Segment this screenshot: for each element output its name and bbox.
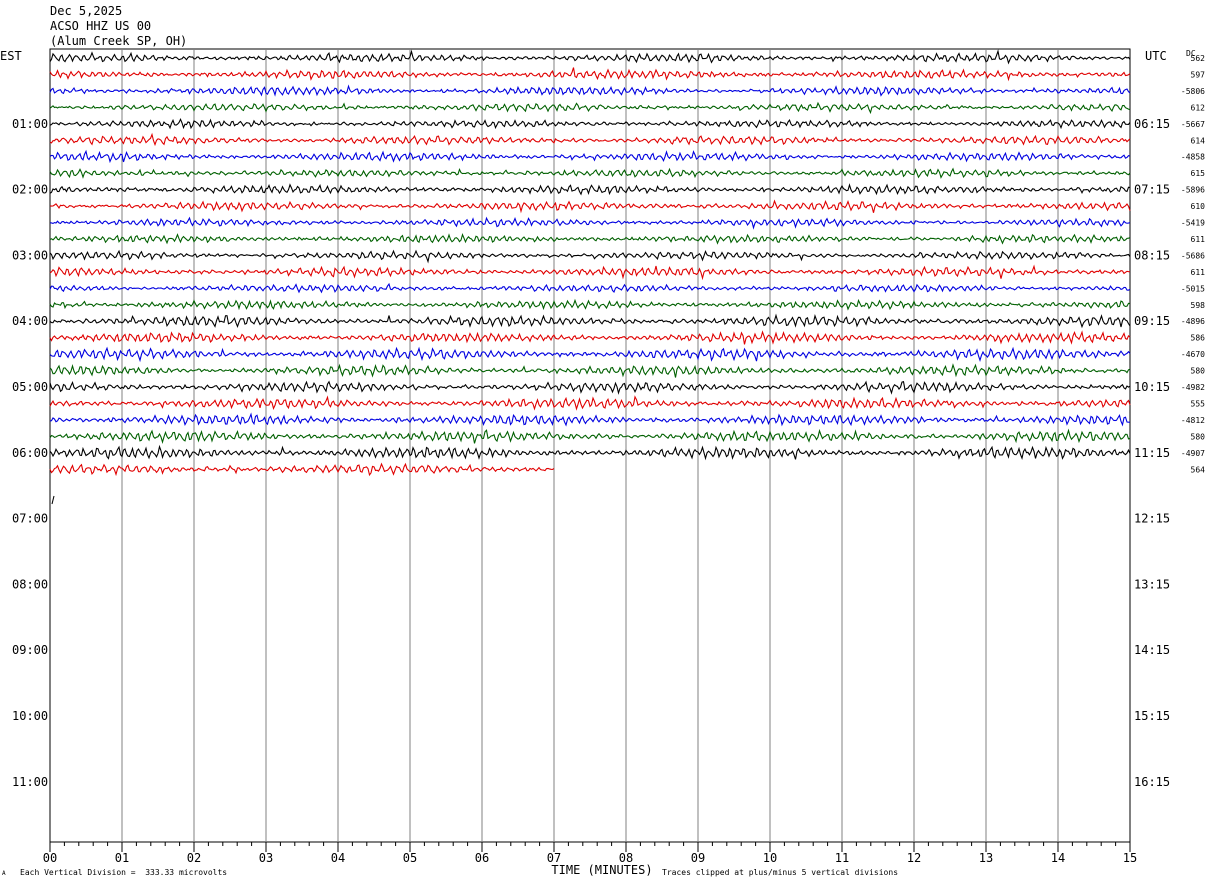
dc-offset-value: 611	[1191, 235, 1206, 244]
x-tick-label: 11	[835, 851, 849, 865]
dc-offset-value: -5896	[1181, 186, 1205, 195]
x-tick-label: 09	[691, 851, 705, 865]
dc-offset-value: -5806	[1181, 87, 1205, 96]
seismic-trace	[49, 132, 1131, 147]
scale-note: Each Vertical Division = 333.33 microvol…	[20, 868, 228, 877]
dc-offset-value: 610	[1191, 202, 1206, 211]
x-tick-label: 00	[43, 851, 57, 865]
right-hour-label: 09:15	[1134, 314, 1170, 328]
dc-offset-value: 580	[1191, 432, 1206, 441]
dc-offset-value: -5015	[1181, 284, 1205, 293]
right-hour-label: 08:15	[1134, 248, 1170, 262]
right-hour-label: 07:15	[1134, 183, 1170, 197]
seismic-trace	[49, 167, 1131, 179]
dc-offset-value: 564	[1191, 465, 1206, 474]
seismic-trace	[49, 67, 1131, 82]
x-tick-label: 01	[115, 851, 129, 865]
clip-note: Traces clipped at plus/minus 5 vertical …	[662, 868, 899, 877]
seismic-trace	[49, 101, 1131, 115]
dc-offset-value: -4858	[1181, 153, 1205, 162]
x-axis-title: TIME (MINUTES)	[551, 863, 652, 877]
right-hour-label: 14:15	[1134, 643, 1170, 657]
dc-offset-value: 586	[1191, 334, 1206, 343]
corner-mark: A	[2, 870, 6, 877]
x-tick-label: 04	[331, 851, 345, 865]
seismic-trace	[49, 298, 1131, 311]
left-hour-label: 07:00	[12, 512, 48, 526]
left-hour-label: 05:00	[12, 380, 48, 394]
seismic-trace	[49, 363, 1131, 378]
left-hour-label: 02:00	[12, 183, 48, 197]
seismic-trace	[49, 183, 1131, 196]
seismic-trace	[49, 216, 1131, 230]
dc-offset-value: 611	[1191, 268, 1206, 277]
right-hour-label: 15:15	[1134, 709, 1170, 723]
seismic-trace	[49, 462, 555, 477]
x-tick-label: 05	[403, 851, 417, 865]
seismic-trace	[49, 428, 1131, 444]
seismic-trace	[49, 149, 1131, 164]
dc-offset-value: -4907	[1181, 449, 1205, 458]
seismic-trace	[49, 199, 1131, 214]
right-hour-label: 13:15	[1134, 577, 1170, 591]
left-hour-label: 01:00	[12, 117, 48, 131]
seismic-trace	[49, 346, 1131, 363]
seismic-trace	[49, 330, 1131, 345]
seismic-trace	[49, 380, 1131, 395]
left-hour-label: 06:00	[12, 446, 48, 460]
dc-offset-value: 614	[1191, 136, 1206, 145]
dc-offset-value: -4812	[1181, 416, 1205, 425]
dc-offset-value: -4982	[1181, 383, 1205, 392]
x-tick-label: 06	[475, 851, 489, 865]
left-hour-label: 10:00	[12, 709, 48, 723]
plot-frame	[49, 48, 1131, 843]
seismic-trace	[49, 444, 1131, 461]
x-tick-label: 15	[1123, 851, 1137, 865]
seismic-trace	[49, 412, 1131, 427]
seismic-trace	[49, 49, 1131, 65]
right-hour-label: 06:15	[1134, 117, 1170, 131]
dc-offset-value: -4670	[1181, 350, 1205, 359]
x-tick-label: 12	[907, 851, 921, 865]
dc-offset-value: 598	[1191, 301, 1206, 310]
trace-start-mark	[51, 495, 55, 505]
dc-offset-value: 612	[1191, 103, 1206, 112]
left-hour-label: 04:00	[12, 314, 48, 328]
dc-offset-value: 615	[1191, 169, 1206, 178]
dc-offset-value: 555	[1191, 399, 1206, 408]
dc-offset-value: 562	[1191, 54, 1206, 63]
seismic-trace	[49, 84, 1131, 97]
seismic-trace	[49, 249, 1131, 264]
seismic-trace	[49, 232, 1131, 245]
right-hour-label: 11:15	[1134, 446, 1170, 460]
left-hour-label: 08:00	[12, 577, 48, 591]
right-hour-label: 10:15	[1134, 380, 1170, 394]
seismic-trace	[49, 313, 1131, 329]
right-hour-label: 12:15	[1134, 512, 1170, 526]
dc-offset-value: -5667	[1181, 120, 1205, 129]
dc-offset-value: -5419	[1181, 219, 1205, 228]
dc-offset-value: 597	[1191, 70, 1206, 79]
left-hour-label: 09:00	[12, 643, 48, 657]
dc-offset-value: -5686	[1181, 251, 1205, 260]
x-tick-label: 03	[259, 851, 273, 865]
seismic-trace	[49, 395, 1131, 411]
x-tick-label: 10	[763, 851, 777, 865]
seismic-trace	[49, 264, 1131, 281]
right-hour-label: 16:15	[1134, 775, 1170, 789]
left-hour-label: 11:00	[12, 775, 48, 789]
seismic-trace	[49, 282, 1131, 294]
seismic-trace	[49, 117, 1131, 130]
dc-offset-value: 580	[1191, 367, 1206, 376]
x-tick-label: 13	[979, 851, 993, 865]
x-tick-label: 14	[1051, 851, 1065, 865]
helicorder-plot: 00 01 02 03 04 05 06 07 08 09 10 11 12 13 14 15TIME (MI…	[12, 48, 1206, 877]
dc-offset-value: -4896	[1181, 317, 1205, 326]
x-tick-label: 02	[187, 851, 201, 865]
left-hour-label: 03:00	[12, 248, 48, 262]
